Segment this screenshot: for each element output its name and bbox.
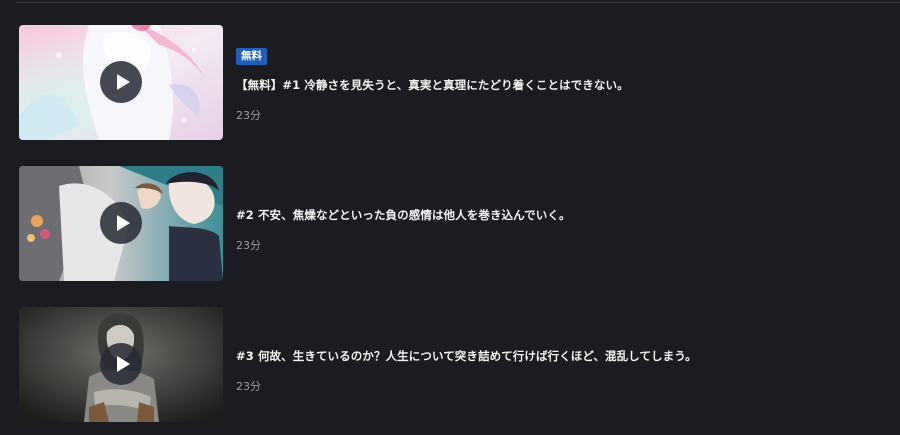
episode-info: #3 何故、生きているのか？人生について突き詰めて行けば行くほど、混乱してしまう…	[236, 307, 876, 422]
play-icon	[116, 215, 130, 231]
play-icon	[116, 356, 130, 372]
divider	[16, 2, 900, 3]
play-button[interactable]	[100, 61, 142, 103]
episode-title[interactable]: #2 不安、焦燥などといった負の感情は他人を巻き込んでいく。	[236, 207, 571, 223]
episode-duration: 23分	[236, 239, 261, 252]
episode-thumbnail[interactable]	[19, 25, 223, 140]
episode-title[interactable]: 【無料】#1 冷静さを見失うと、真実と真理にたどり着くことはできない。	[236, 77, 629, 93]
play-button[interactable]	[100, 343, 142, 385]
episode-list-page: 無料 【無料】#1 冷静さを見失うと、真実と真理にたどり着くことはできない。 2…	[0, 0, 900, 435]
episode-info: 無料 【無料】#1 冷静さを見失うと、真実と真理にたどり着くことはできない。 2…	[236, 25, 876, 140]
play-icon	[116, 74, 130, 90]
episode-item-3[interactable]: #3 何故、生きているのか？人生について突き詰めて行けば行くほど、混乱してしまう…	[19, 307, 879, 422]
episode-duration: 23分	[236, 109, 261, 122]
free-badge: 無料	[236, 48, 267, 65]
episode-thumbnail[interactable]	[19, 166, 223, 281]
play-button[interactable]	[100, 202, 142, 244]
episode-item-1[interactable]: 無料 【無料】#1 冷静さを見失うと、真実と真理にたどり着くことはできない。 2…	[19, 25, 879, 140]
episode-item-2[interactable]: #2 不安、焦燥などといった負の感情は他人を巻き込んでいく。 23分	[19, 166, 879, 281]
episode-info: #2 不安、焦燥などといった負の感情は他人を巻き込んでいく。 23分	[236, 166, 876, 281]
episode-thumbnail[interactable]	[19, 307, 223, 422]
episode-duration: 23分	[236, 380, 261, 393]
episode-title[interactable]: #3 何故、生きているのか？人生について突き詰めて行けば行くほど、混乱してしまう…	[236, 348, 697, 364]
